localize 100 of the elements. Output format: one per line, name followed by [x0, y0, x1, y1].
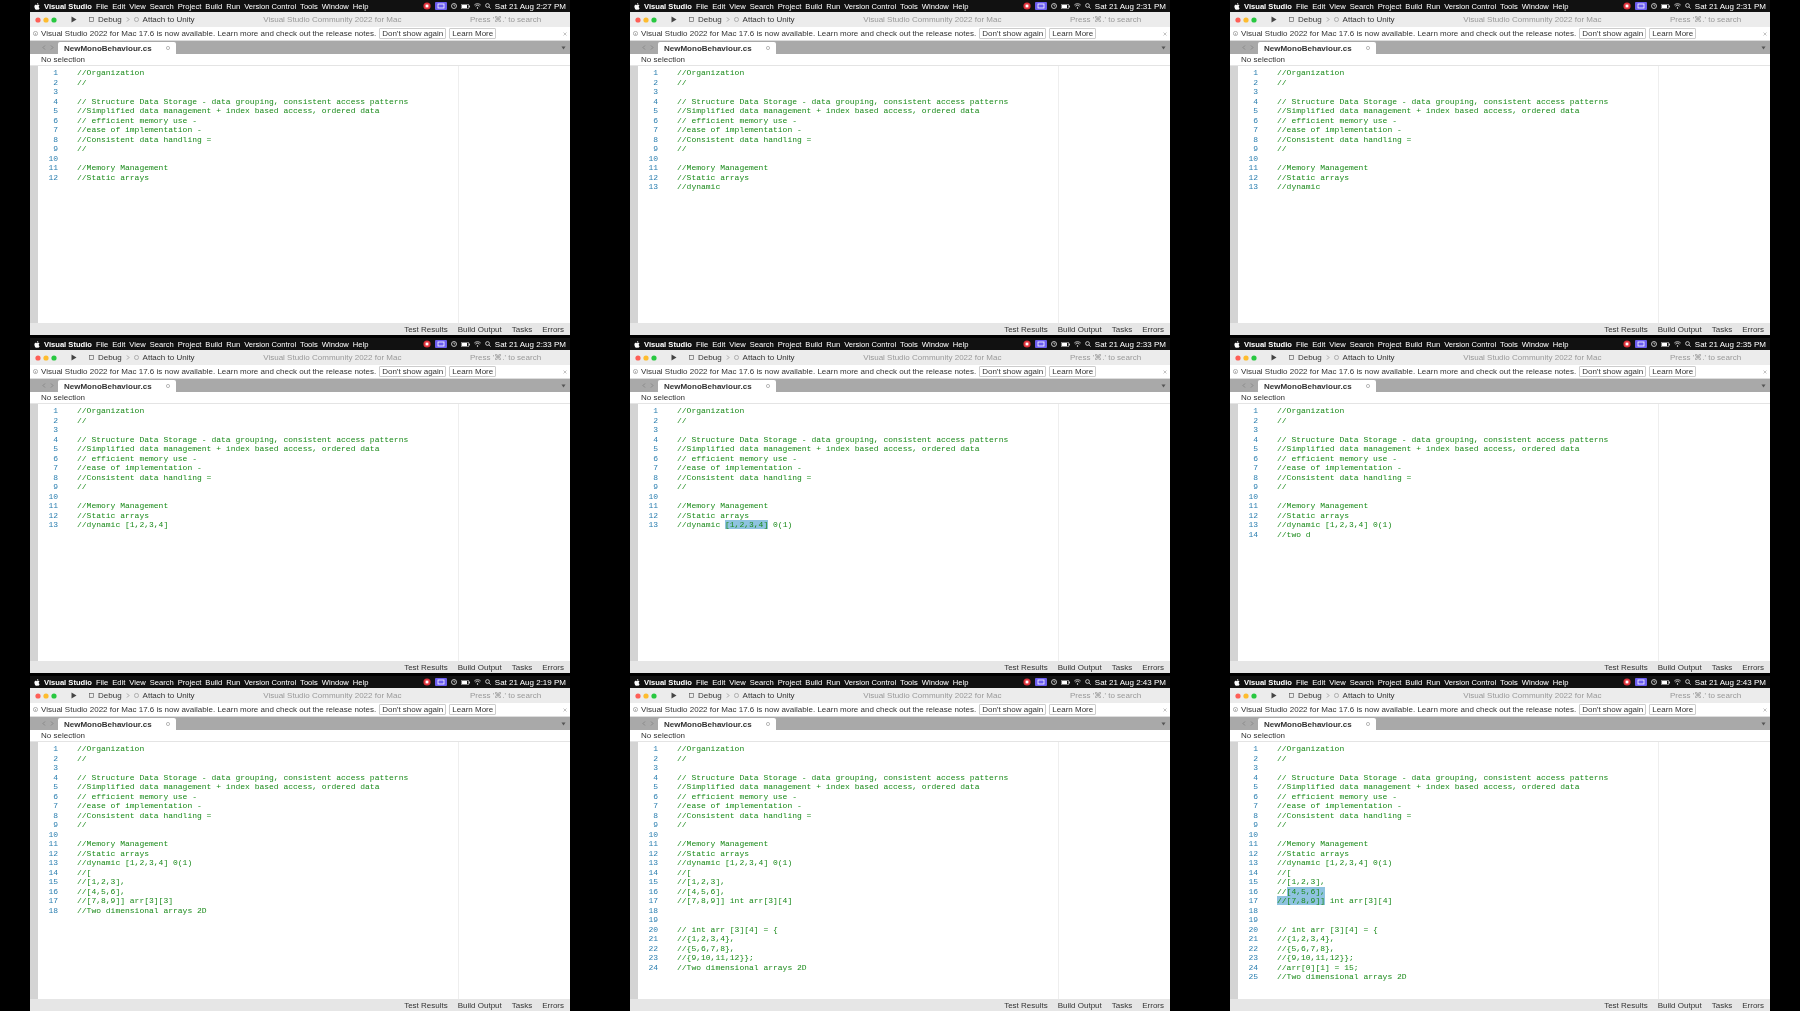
notification-button[interactable]: Don't show again	[979, 704, 1047, 715]
battery-icon[interactable]	[460, 3, 470, 9]
battery-icon[interactable]	[460, 341, 470, 347]
run-target-selector[interactable]: Attach to Unity	[1342, 691, 1395, 700]
wifi-icon[interactable]	[473, 341, 481, 347]
screen-icon[interactable]	[1034, 340, 1047, 348]
record-icon[interactable]	[422, 340, 431, 348]
search-icon[interactable]	[1084, 3, 1091, 9]
battery-icon[interactable]	[1060, 3, 1070, 9]
play-icon[interactable]	[71, 16, 77, 23]
configuration-selector[interactable]: Debug	[698, 353, 722, 362]
editor-tab[interactable]: NewMonoBehaviour.cs	[658, 42, 776, 54]
play-icon[interactable]	[671, 16, 677, 23]
wifi-icon[interactable]	[1673, 679, 1681, 685]
notification-button[interactable]: Don't show again	[379, 704, 447, 715]
status-bar-item[interactable]: Errors	[1142, 324, 1164, 334]
caret-icon[interactable]	[561, 45, 566, 50]
play-icon[interactable]	[671, 354, 677, 361]
status-bar-item[interactable]: Test Results	[1604, 1000, 1648, 1010]
search-icon[interactable]	[1084, 679, 1091, 685]
status-bar-item[interactable]: Test Results	[404, 1000, 448, 1010]
editor-tab[interactable]: NewMonoBehaviour.cs	[58, 42, 176, 54]
search-icon[interactable]	[484, 679, 491, 685]
run-target-selector[interactable]: Attach to Unity	[742, 691, 795, 700]
apple-icon[interactable]	[634, 2, 640, 10]
status-bar-item[interactable]: Tasks	[1711, 1000, 1733, 1010]
status-bar-item[interactable]: Tasks	[511, 324, 533, 334]
window-buttons-icon[interactable]	[1235, 354, 1257, 361]
search-icon[interactable]	[1084, 341, 1091, 347]
status-bar-item[interactable]: Tasks	[511, 662, 533, 672]
window-buttons-icon[interactable]	[635, 692, 657, 699]
status-bar-item[interactable]: Build Output	[1057, 1000, 1102, 1010]
status-bar-item[interactable]: Errors	[1742, 1000, 1764, 1010]
status-bar-item[interactable]: Tasks	[1711, 662, 1733, 672]
status-bar-item[interactable]: Build Output	[457, 662, 502, 672]
status-bar-item[interactable]: Test Results	[1004, 324, 1048, 334]
editor-tab[interactable]: NewMonoBehaviour.cs	[658, 718, 776, 730]
notification-button[interactable]: Don't show again	[1579, 28, 1647, 39]
apple-icon[interactable]	[34, 678, 40, 686]
wifi-icon[interactable]	[473, 3, 481, 9]
screen-icon[interactable]	[434, 340, 447, 348]
battery-icon[interactable]	[1060, 679, 1070, 685]
status-bar-item[interactable]: Test Results	[1604, 662, 1648, 672]
notification-button[interactable]: Learn More	[1049, 704, 1097, 715]
configuration-selector[interactable]: Debug	[1298, 353, 1322, 362]
status-bar-item[interactable]: Build Output	[1057, 324, 1102, 334]
notification-button[interactable]: Learn More	[449, 28, 497, 39]
screen-icon[interactable]	[1034, 2, 1047, 10]
configuration-selector[interactable]: Debug	[98, 691, 122, 700]
status-bar-item[interactable]: Build Output	[457, 1000, 502, 1010]
status-bar-item[interactable]: Errors	[1142, 662, 1164, 672]
apple-icon[interactable]	[634, 340, 640, 348]
status-bar-item[interactable]: Tasks	[1111, 662, 1133, 672]
battery-icon[interactable]	[1060, 341, 1070, 347]
caret-icon[interactable]	[1761, 45, 1766, 50]
record-icon[interactable]	[422, 2, 431, 10]
apple-icon[interactable]	[1234, 340, 1240, 348]
editor-tab[interactable]: NewMonoBehaviour.cs	[1258, 718, 1376, 730]
notification-button[interactable]: Learn More	[1649, 366, 1697, 377]
status-bar-item[interactable]: Build Output	[457, 324, 502, 334]
run-target-selector[interactable]: Attach to Unity	[142, 691, 195, 700]
battery-icon[interactable]	[1660, 3, 1670, 9]
editor-tab[interactable]: NewMonoBehaviour.cs	[1258, 42, 1376, 54]
notification-button[interactable]: Don't show again	[1579, 366, 1647, 377]
caret-icon[interactable]	[561, 721, 566, 726]
window-buttons-icon[interactable]	[635, 16, 657, 23]
caret-icon[interactable]	[1161, 721, 1166, 726]
record-icon[interactable]	[1622, 2, 1631, 10]
run-target-selector[interactable]: Attach to Unity	[742, 15, 795, 24]
battery-icon[interactable]	[1660, 679, 1670, 685]
search-icon[interactable]	[1684, 3, 1691, 9]
status-bar-item[interactable]: Errors	[1742, 324, 1764, 334]
screen-icon[interactable]	[1634, 2, 1647, 10]
record-icon[interactable]	[1022, 678, 1031, 686]
search-icon[interactable]	[484, 341, 491, 347]
status-bar-item[interactable]: Tasks	[1111, 1000, 1133, 1010]
configuration-selector[interactable]: Debug	[1298, 15, 1322, 24]
search-icon[interactable]	[1684, 679, 1691, 685]
wifi-icon[interactable]	[1673, 3, 1681, 9]
status-bar-item[interactable]: Errors	[1742, 662, 1764, 672]
status-bar-item[interactable]: Build Output	[1657, 1000, 1702, 1010]
editor-tab[interactable]: NewMonoBehaviour.cs	[658, 380, 776, 392]
screen-icon[interactable]	[434, 2, 447, 10]
apple-icon[interactable]	[1234, 678, 1240, 686]
wifi-icon[interactable]	[1073, 679, 1081, 685]
record-icon[interactable]	[422, 678, 431, 686]
wifi-icon[interactable]	[1073, 3, 1081, 9]
search-icon[interactable]	[484, 3, 491, 9]
caret-icon[interactable]	[1161, 383, 1166, 388]
editor-tab[interactable]: NewMonoBehaviour.cs	[58, 718, 176, 730]
status-bar-item[interactable]: Test Results	[1004, 662, 1048, 672]
screen-icon[interactable]	[1634, 340, 1647, 348]
status-bar-item[interactable]: Errors	[542, 324, 564, 334]
caret-icon[interactable]	[561, 383, 566, 388]
notification-button[interactable]: Learn More	[1049, 366, 1097, 377]
status-bar-item[interactable]: Test Results	[1604, 324, 1648, 334]
window-buttons-icon[interactable]	[35, 16, 57, 23]
notification-button[interactable]: Learn More	[449, 704, 497, 715]
battery-icon[interactable]	[460, 679, 470, 685]
play-icon[interactable]	[71, 692, 77, 699]
